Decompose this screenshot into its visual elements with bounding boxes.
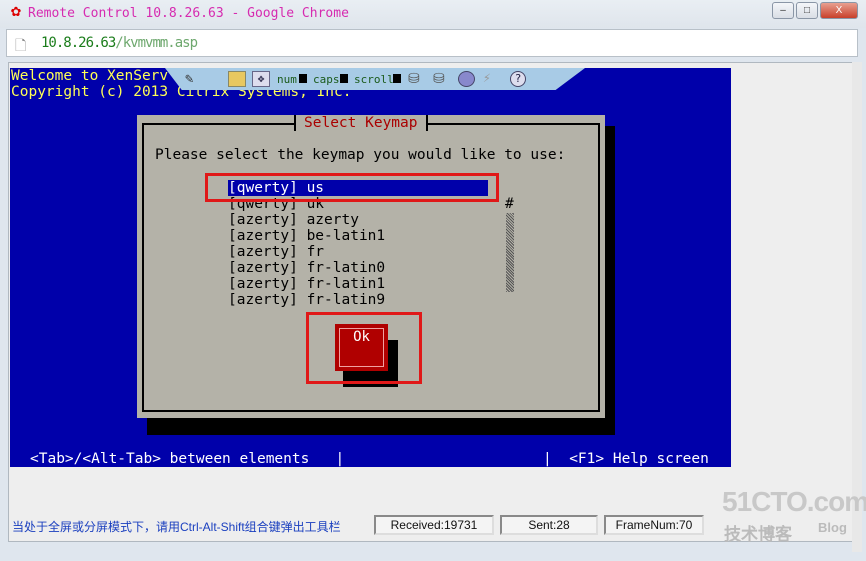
console-welcome: Welcome to XenServ [11,68,169,84]
keymap-item[interactable]: [azerty] fr-latin1 [228,276,385,292]
num-label: num [277,73,297,86]
scroll-marker: # [505,196,514,212]
sent-counter: Sent:28 [500,515,598,535]
minimize-button[interactable]: – [772,2,794,19]
framenum-counter: FrameNum:70 [604,515,704,535]
console-footer-right: | <F1> Help screen [543,451,709,467]
keymap-item[interactable]: [azerty] azerty [228,212,359,228]
keymap-item[interactable]: [azerty] fr [228,244,324,260]
window-titlebar: ✿ Remote Control 10.8.26.63 - Google Chr… [0,0,866,28]
help-icon[interactable]: ? [510,71,526,87]
scroll-label: scroll [354,73,394,86]
move-icon[interactable]: ✥ [252,71,270,87]
close-button[interactable]: X [820,2,858,19]
floppy-icon[interactable]: ⛁ [408,71,420,87]
scroll-indicator [393,74,401,83]
maximize-button[interactable]: □ [796,2,818,19]
huawei-logo-icon: ✿ [10,4,22,19]
console-footer-left: <Tab>/<Alt-Tab> between elements | [30,451,345,467]
url-text: 10.8.26.63/kvmvmm.asp [41,35,198,51]
caps-indicator [340,74,348,83]
window-title: Remote Control 10.8.26.63 - Google Chrom… [28,6,349,21]
kvm-toolbar: ✎ ✥ num caps scroll ⛁ ⛁ ⚡ ? [165,68,585,90]
cdrom-icon[interactable]: ⛁ [433,71,445,87]
scrollbar[interactable] [852,62,862,552]
watermark-sub: 技术博客 [724,525,792,544]
keymap-item[interactable]: [azerty] fr-latin0 [228,260,385,276]
pin-icon[interactable]: ✎ [185,71,193,87]
address-bar[interactable]: 🗋 10.8.26.63/kvmvmm.asp [6,29,858,57]
watermark-blog: Blog [818,520,847,535]
dialog-title: Select Keymap [294,115,428,131]
page-icon: 🗋 [15,37,27,53]
list-scrollbar[interactable] [506,213,514,292]
keymap-item[interactable]: [azerty] be-latin1 [228,228,385,244]
dialog-prompt: Please select the keymap you would like … [155,147,566,163]
ctrl-alt-del-icon[interactable] [228,71,246,87]
caps-label: caps [313,73,340,86]
received-counter: Received:19731 [374,515,494,535]
keymap-item[interactable]: [azerty] fr-latin9 [228,292,385,308]
annotation-box-selection [205,173,499,202]
annotation-box-ok [306,312,422,384]
power-icon[interactable]: ⚡ [483,71,491,87]
watermark-site: 51CTO.com [722,486,866,517]
fullscreen-hint: 当处于全屏或分屏模式下，请用Ctrl-Alt-Shift组合键弹出工具栏 [12,520,341,534]
num-indicator [299,74,307,83]
disc-icon[interactable] [458,71,475,87]
